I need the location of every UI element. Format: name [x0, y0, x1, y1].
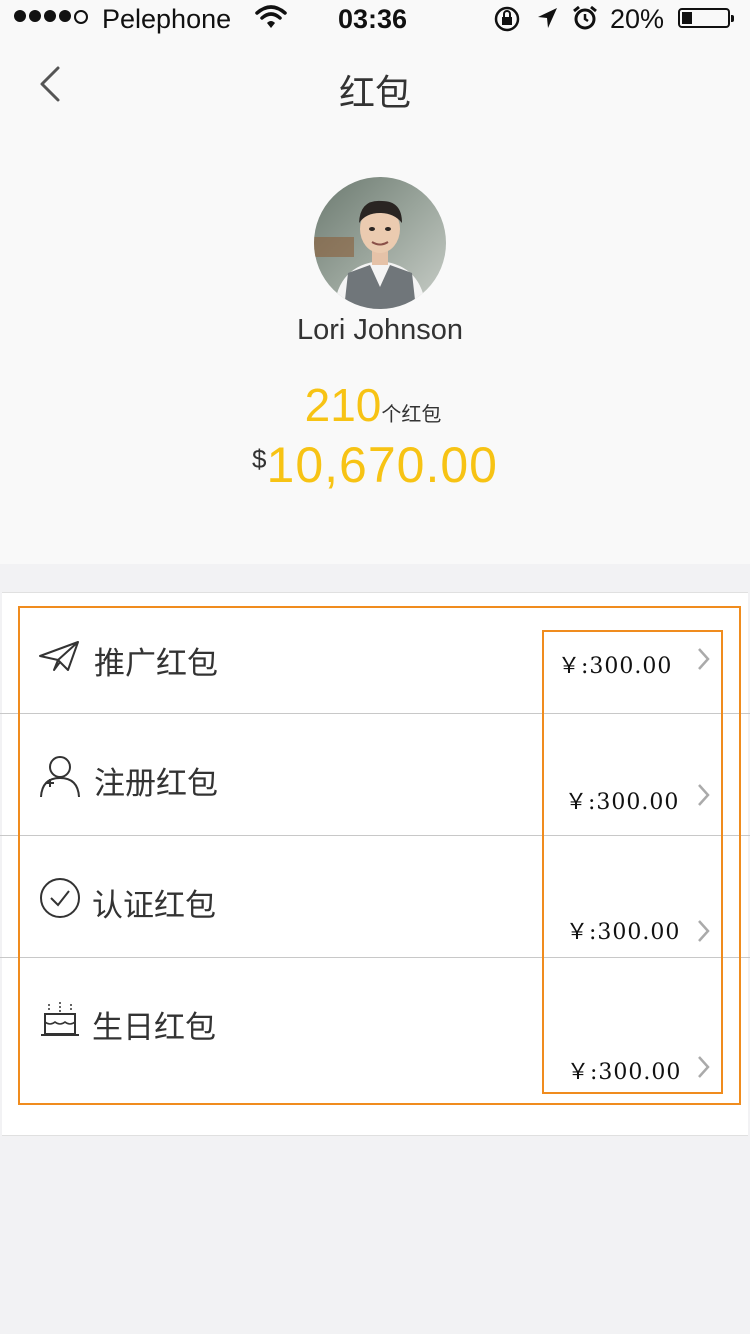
page-title: 红包: [338, 72, 411, 113]
list-item-value: ￥:300.00: [565, 790, 680, 815]
count-unit: 个红包: [381, 404, 442, 426]
total-amount: $10,670.00: [0, 436, 750, 494]
amount-value: 10,670.00: [266, 437, 498, 493]
list-item-label: 推广红包: [94, 646, 218, 681]
list-item-value: ￥:300.00: [558, 654, 673, 679]
list-item-label: 注册红包: [94, 766, 218, 801]
list-item-label: 认证红包: [92, 888, 216, 923]
user-name: Lori Johnson: [296, 314, 464, 346]
currency-symbol: $: [252, 444, 267, 474]
status-bar: Pelephone 03:36 20%: [0, 0, 750, 40]
paper-plane-icon: [38, 640, 80, 677]
red-packet-count: 210个红包: [0, 378, 746, 432]
signal-strength-icon: [14, 10, 88, 24]
location-arrow-icon: [535, 4, 559, 39]
orientation-lock-icon: [493, 4, 521, 41]
list-item-verification[interactable]: 认证红包 ￥:300.00: [0, 836, 748, 958]
list-item-birthday[interactable]: 生日红包 ￥:300.00: [0, 958, 748, 1104]
chevron-right-icon: [696, 646, 712, 677]
chevron-right-icon: [696, 1054, 712, 1085]
status-time: 03:36: [338, 4, 408, 34]
list-item-promotion[interactable]: 推广红包 ￥:300.00: [0, 606, 748, 714]
battery-percent: 20%: [610, 4, 665, 34]
wifi-icon: [255, 2, 287, 39]
chevron-right-icon: [696, 918, 712, 949]
carrier-name: Pelephone: [102, 4, 232, 34]
birthday-cake-icon: [40, 1000, 80, 1041]
avatar: [314, 177, 446, 309]
list-item-value: ￥:300.00: [567, 1060, 682, 1085]
count-value: 210: [304, 379, 382, 431]
battery-icon: [678, 8, 734, 28]
alarm-clock-icon: [571, 4, 599, 39]
list-item-label: 生日红包: [92, 1010, 216, 1045]
list-item-registration[interactable]: 注册红包 ￥:300.00: [0, 714, 748, 835]
user-add-icon: [38, 754, 82, 803]
chevron-right-icon: [696, 782, 712, 813]
check-circle-icon: [38, 876, 82, 925]
list-item-value: ￥:300.00: [566, 920, 681, 945]
